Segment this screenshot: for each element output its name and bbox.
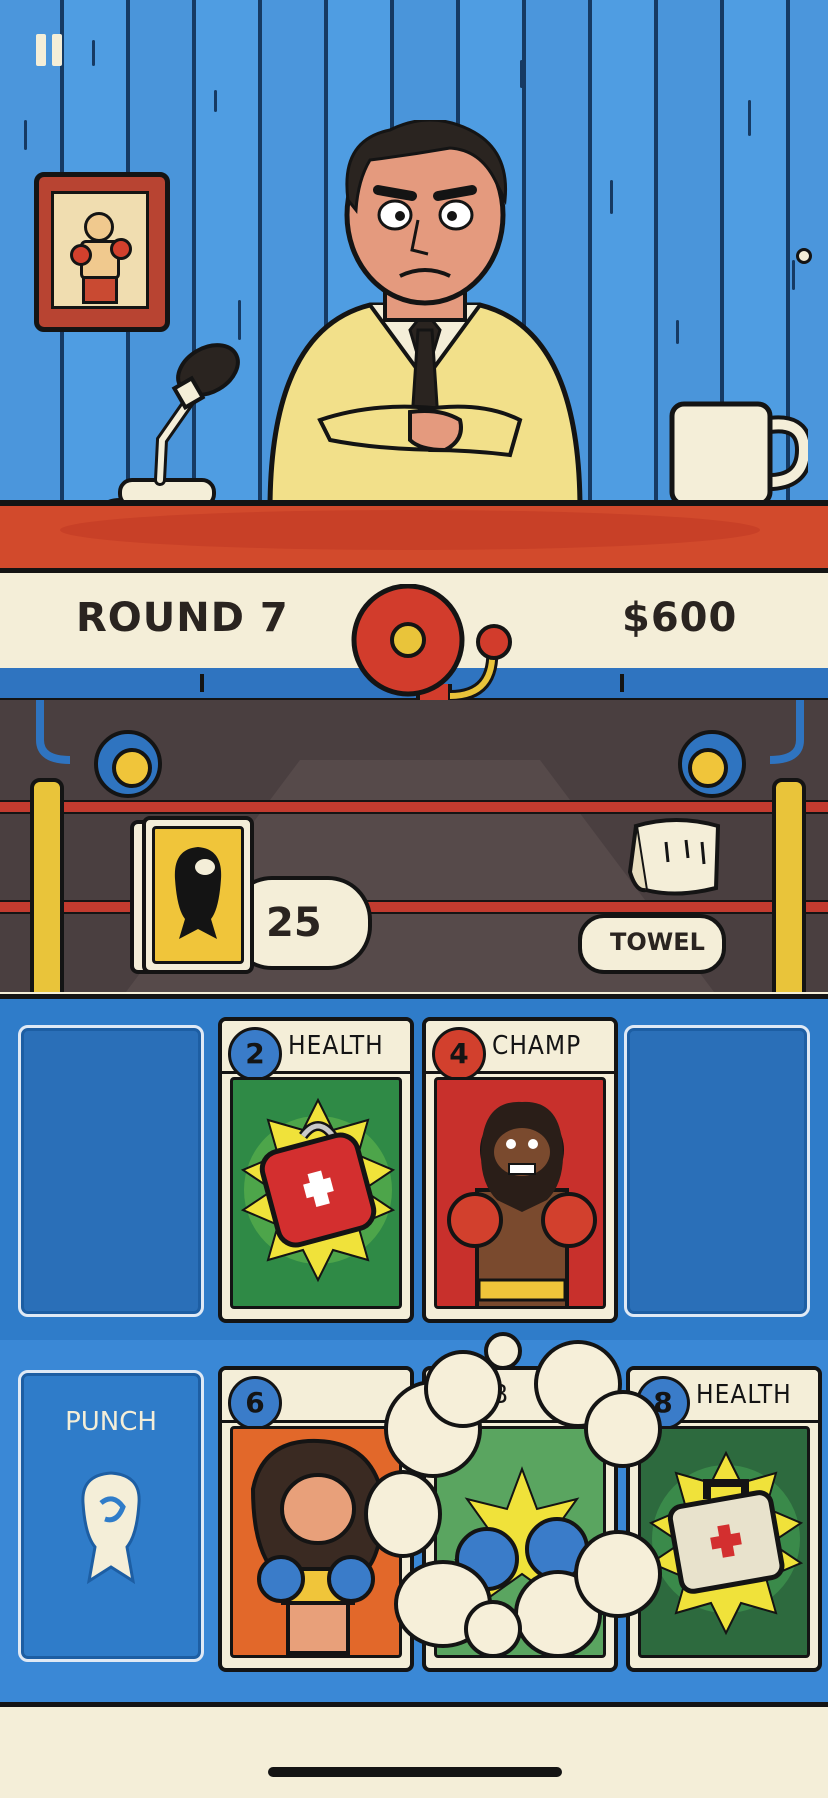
- cost-badge: 2: [228, 1027, 282, 1081]
- deck-card-back: [142, 816, 254, 974]
- spotlight-left: [36, 700, 162, 798]
- champ-card[interactable]: 4 CHAMP: [422, 1017, 618, 1323]
- announcer-scene: [0, 0, 828, 500]
- home-indicator[interactable]: [268, 1767, 562, 1777]
- boxing-ring: 25 TOWEL: [0, 700, 828, 992]
- desk: [0, 500, 828, 574]
- medkit-icon: [240, 1097, 396, 1283]
- coffee-mug: [669, 401, 808, 500]
- medkit-icon: [648, 1450, 804, 1636]
- cost-badge: 6: [228, 1376, 282, 1430]
- bottom-bar: [0, 1702, 828, 1798]
- microphone: [108, 343, 240, 500]
- health-card[interactable]: 2 HEALTH: [218, 1017, 414, 1323]
- towel-label: TOWEL: [610, 928, 705, 956]
- announcer: [267, 120, 583, 500]
- door-knob: [796, 248, 812, 264]
- empty-slot[interactable]: [18, 1025, 204, 1317]
- punch-slot[interactable]: PUNCH: [18, 1370, 204, 1662]
- card-title: HEALTH: [696, 1380, 792, 1410]
- pause-button[interactable]: [30, 30, 70, 70]
- empty-slot[interactable]: [624, 1025, 810, 1317]
- punch-glove-icon: [81, 1471, 141, 1585]
- towel-icon: [627, 818, 721, 896]
- card-title: HEALTH: [288, 1031, 384, 1061]
- spotlight-right: [678, 700, 804, 798]
- round-label: ROUND 7: [76, 595, 289, 641]
- cost-badge: 4: [432, 1027, 486, 1081]
- card-title: CHAMP: [492, 1031, 582, 1061]
- deck-pile[interactable]: 25: [128, 816, 372, 974]
- smoke-cloud: [364, 1332, 664, 1660]
- punch-label: PUNCH: [65, 1407, 157, 1437]
- towel[interactable]: TOWEL: [578, 812, 768, 982]
- boxer-poster: [34, 172, 170, 332]
- champ-boxer-icon: [447, 1101, 597, 1306]
- glove-icon: [174, 847, 222, 939]
- player-row: PUNCH 6 B: [0, 1332, 828, 1702]
- opponent-row: 2 HEALTH 4 CHAMP: [0, 994, 828, 1345]
- deck-count: 25: [266, 900, 322, 946]
- pause-icon: [36, 34, 46, 66]
- money-label: $600: [622, 595, 738, 641]
